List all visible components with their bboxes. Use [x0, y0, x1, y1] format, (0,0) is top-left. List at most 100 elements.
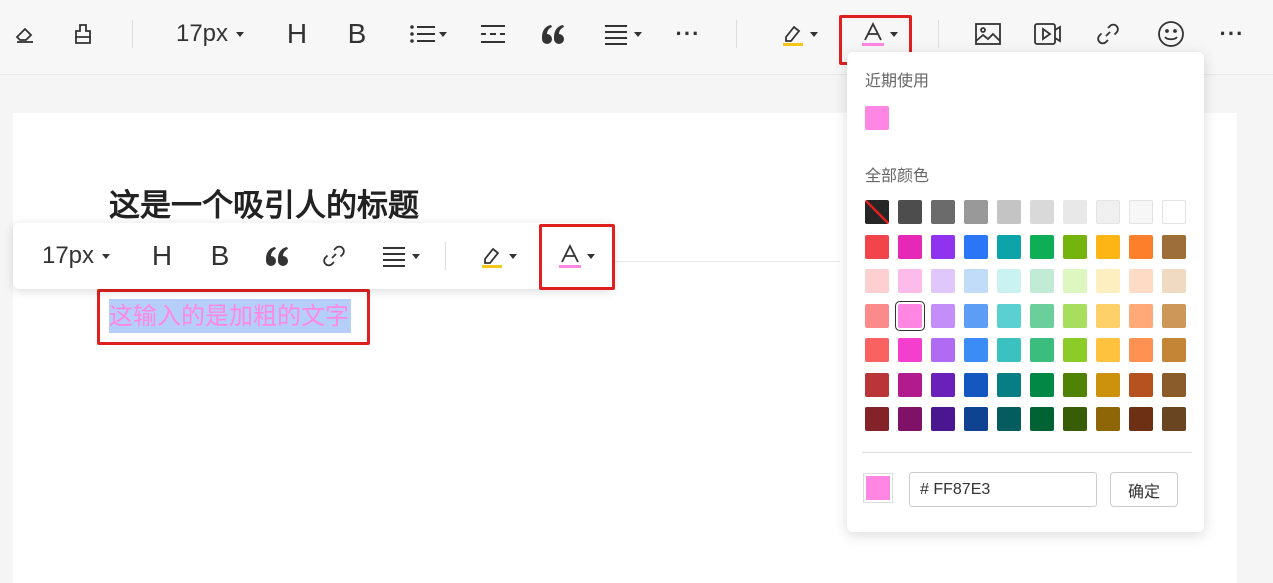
- color-swatch[interactable]: [1063, 372, 1087, 397]
- color-swatch[interactable]: [997, 372, 1021, 397]
- divider-line-button[interactable]: [476, 16, 510, 52]
- color-swatch[interactable]: [1096, 269, 1120, 293]
- color-swatch[interactable]: [898, 372, 922, 397]
- quote-button[interactable]: [536, 16, 570, 52]
- floating-text-color-button[interactable]: [549, 238, 603, 274]
- format-painter-icon[interactable]: [66, 16, 100, 52]
- color-swatch[interactable]: [1129, 200, 1153, 224]
- color-swatch[interactable]: [1030, 338, 1054, 362]
- color-swatch[interactable]: [964, 269, 988, 293]
- color-swatch[interactable]: [1162, 372, 1186, 397]
- color-swatch[interactable]: [1030, 407, 1054, 431]
- color-swatch[interactable]: [1162, 407, 1186, 431]
- color-swatch[interactable]: [1096, 407, 1120, 431]
- color-swatch[interactable]: [1129, 303, 1153, 328]
- bold-button[interactable]: B: [340, 16, 374, 52]
- color-swatch[interactable]: [1162, 269, 1186, 293]
- color-swatch[interactable]: [865, 407, 889, 431]
- color-swatch[interactable]: [931, 303, 955, 328]
- color-swatch[interactable]: [1096, 234, 1120, 259]
- color-swatch[interactable]: [931, 200, 955, 224]
- color-swatch-selected[interactable]: [898, 303, 922, 328]
- color-swatch[interactable]: [1063, 303, 1087, 328]
- eraser-icon[interactable]: [8, 16, 42, 52]
- color-swatch[interactable]: [898, 200, 922, 224]
- color-swatch[interactable]: [964, 234, 988, 259]
- color-swatch[interactable]: [898, 407, 922, 431]
- recent-color-swatch[interactable]: [865, 106, 889, 130]
- color-swatch[interactable]: [865, 303, 889, 328]
- color-swatch[interactable]: [1030, 372, 1054, 397]
- insert-link-button[interactable]: [1090, 16, 1126, 52]
- color-swatch[interactable]: [1063, 200, 1087, 224]
- color-swatch[interactable]: [865, 269, 889, 293]
- align-button[interactable]: [598, 16, 648, 52]
- color-swatch[interactable]: [964, 407, 988, 431]
- color-swatch[interactable]: [1063, 269, 1087, 293]
- color-swatch[interactable]: [1096, 372, 1120, 397]
- color-swatch[interactable]: [898, 269, 922, 293]
- floating-highlight-button[interactable]: [471, 238, 525, 274]
- color-swatch[interactable]: [1129, 234, 1153, 259]
- color-swatch[interactable]: [1129, 372, 1153, 397]
- floating-align-button[interactable]: [377, 238, 425, 274]
- font-size-select[interactable]: 17px: [160, 16, 260, 52]
- confirm-button[interactable]: 确定: [1110, 472, 1178, 507]
- color-swatch[interactable]: [997, 234, 1021, 259]
- floating-font-size-select[interactable]: 17px: [27, 238, 125, 274]
- color-swatch[interactable]: [931, 269, 955, 293]
- selected-text[interactable]: 这输入的是加粗的文字: [109, 299, 351, 333]
- color-swatch[interactable]: [931, 234, 955, 259]
- color-swatch[interactable]: [1030, 200, 1054, 224]
- insert-image-button[interactable]: [970, 16, 1006, 52]
- hex-color-input[interactable]: [909, 472, 1097, 507]
- color-swatch[interactable]: [1162, 338, 1186, 362]
- color-swatch[interactable]: [931, 407, 955, 431]
- color-swatch[interactable]: [1162, 200, 1186, 224]
- color-swatch[interactable]: [1030, 234, 1054, 259]
- color-swatch[interactable]: [1063, 338, 1087, 362]
- no-color-swatch[interactable]: [865, 200, 889, 224]
- highlight-color-button[interactable]: [772, 16, 826, 52]
- color-swatch[interactable]: [931, 338, 955, 362]
- floating-bold-button[interactable]: B: [203, 238, 237, 274]
- more-options-button[interactable]: ···: [1214, 16, 1250, 52]
- color-swatch[interactable]: [1063, 234, 1087, 259]
- color-swatch[interactable]: [1162, 303, 1186, 328]
- emoji-button[interactable]: [1153, 16, 1189, 52]
- color-swatch[interactable]: [898, 234, 922, 259]
- color-swatch[interactable]: [964, 372, 988, 397]
- bullet-list-button[interactable]: [402, 16, 454, 52]
- floating-quote-button[interactable]: [260, 238, 294, 274]
- more-button[interactable]: ···: [670, 16, 706, 52]
- color-swatch[interactable]: [865, 234, 889, 259]
- color-swatch[interactable]: [865, 338, 889, 362]
- color-swatch[interactable]: [964, 200, 988, 224]
- color-swatch[interactable]: [1129, 269, 1153, 293]
- color-swatch[interactable]: [964, 338, 988, 362]
- floating-heading-button[interactable]: H: [145, 238, 179, 274]
- color-swatch[interactable]: [1096, 338, 1120, 362]
- insert-video-button[interactable]: [1030, 16, 1066, 52]
- color-swatch[interactable]: [1162, 234, 1186, 259]
- color-swatch[interactable]: [1030, 269, 1054, 293]
- color-swatch[interactable]: [997, 338, 1021, 362]
- color-swatch[interactable]: [865, 372, 889, 397]
- color-swatch[interactable]: [997, 303, 1021, 328]
- color-swatch[interactable]: [1096, 200, 1120, 224]
- color-swatch[interactable]: [964, 303, 988, 328]
- color-swatch[interactable]: [1063, 407, 1087, 431]
- text-color-button[interactable]: [852, 16, 906, 52]
- color-swatch[interactable]: [997, 200, 1021, 224]
- color-swatch[interactable]: [898, 338, 922, 362]
- color-swatch[interactable]: [931, 372, 955, 397]
- floating-link-button[interactable]: [317, 238, 351, 274]
- color-swatch[interactable]: [1129, 407, 1153, 431]
- heading-button[interactable]: H: [280, 16, 314, 52]
- color-swatch[interactable]: [997, 407, 1021, 431]
- color-swatch[interactable]: [997, 269, 1021, 293]
- document-heading[interactable]: 这是一个吸引人的标题: [109, 180, 419, 225]
- color-swatch[interactable]: [1129, 338, 1153, 362]
- color-swatch[interactable]: [1030, 303, 1054, 328]
- color-swatch[interactable]: [1096, 303, 1120, 328]
